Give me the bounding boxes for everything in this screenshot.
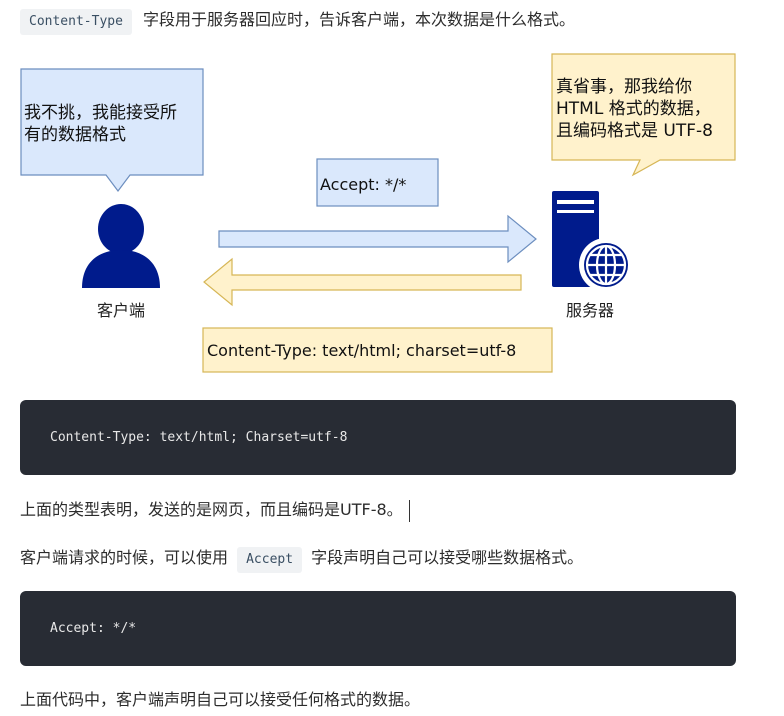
text-cursor <box>408 499 410 522</box>
inline-code-content-type: Content-Type <box>20 9 132 35</box>
code-block-content-type: Content-Type: text/html; Charset=utf-8 <box>20 400 736 475</box>
server-bubble-line3: 且编码格式是 UTF-8 <box>556 121 713 141</box>
intro-text: 字段用于服务器回应时，告诉客户端，本次数据是什么格式。 <box>143 10 576 29</box>
code-line: Content-Type: text/html; Charset=utf-8 <box>50 430 348 445</box>
server-label: 服务器 <box>566 301 614 320</box>
server-bubble-line2: HTML 格式的数据， <box>556 99 711 119</box>
server-icon <box>552 191 633 292</box>
server-bubble-line1: 真省事，那我给你 <box>556 77 692 97</box>
user-icon <box>82 204 160 288</box>
paragraph-text: 上面代码中，客户端声明自己可以接受任何格式的数据。 <box>20 690 421 709</box>
paragraph-text-before: 客户端请求的时候，可以使用 <box>20 548 229 567</box>
paragraph-text: 上面的类型表明，发送的是网页，而且编码是UTF-8。 <box>20 500 403 519</box>
request-arrow <box>218 214 537 264</box>
client-bubble-line1: 我不挑，我能接受所 <box>24 103 177 123</box>
client-label: 客户端 <box>97 301 145 320</box>
http-content-negotiation-diagram: 我不挑，我能接受所 有的数据格式 真省事，那我给你 HTML 格式的数据， 且编… <box>20 53 736 373</box>
inline-code-accept: Accept <box>237 547 303 573</box>
response-arrow <box>203 257 522 307</box>
code-line: Accept: */* <box>50 621 137 636</box>
globe-icon <box>584 243 628 287</box>
accept-header-text: Accept: */* <box>320 175 406 194</box>
client-bubble-line2: 有的数据格式 <box>24 125 126 145</box>
code-block-accept: Accept: */* <box>20 591 736 666</box>
intro-paragraph: Content-Type 字段用于服务器回应时，告诉客户端，本次数据是什么格式。 <box>20 8 575 35</box>
paragraph-accept-intro: 客户端请求的时候，可以使用 Accept 字段声明自己可以接受哪些数据格式。 <box>20 546 583 573</box>
paragraph-type-explanation: 上面的类型表明，发送的是网页，而且编码是UTF-8。 <box>20 498 410 522</box>
content-type-text: Content-Type: text/html; charset=utf-8 <box>207 341 516 360</box>
paragraph-accept-explanation: 上面代码中，客户端声明自己可以接受任何格式的数据。 <box>20 688 420 712</box>
paragraph-text-after: 字段声明自己可以接受哪些数据格式。 <box>311 548 584 567</box>
